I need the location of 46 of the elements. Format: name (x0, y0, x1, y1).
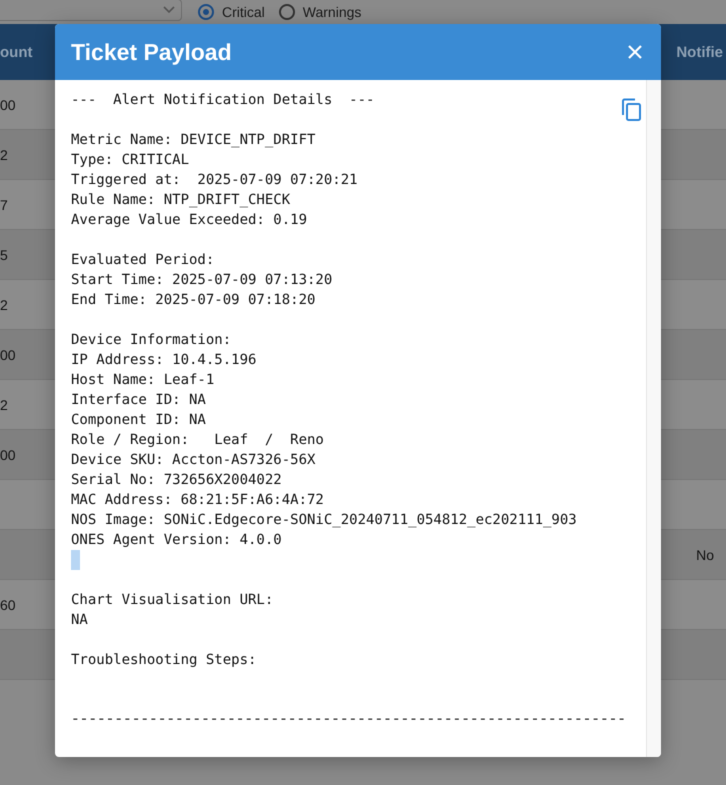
payload-line: Role / Region: Leaf / Reno (71, 431, 324, 450)
table-cell: 2 (0, 396, 8, 412)
scrollbar-track[interactable] (646, 80, 661, 757)
payload-line: Average Value Exceeded: 0.19 (71, 211, 308, 230)
payload-line: ONES Agent Version: 4.0.0 (71, 531, 282, 550)
radio-option[interactable]: Critical (198, 4, 265, 20)
table-cell: 2 (0, 296, 8, 312)
table-cell: 5 (0, 246, 8, 262)
table-cell: 00 (0, 346, 16, 362)
dialog-title: Ticket Payload (71, 38, 232, 66)
payload-line: Type: CRITICAL (71, 151, 190, 170)
payload-line: Device Information: (71, 331, 232, 350)
table-cell: 00 (0, 96, 16, 112)
payload-line: --- Alert Notification Details --- (71, 91, 374, 110)
payload-line: NOS Image: SONiC.Edgecore-SONiC_20240711_054812_ec202111_903 (71, 511, 577, 530)
payload-line: Host Name: Leaf-1 (71, 371, 214, 390)
column-header: Notifie (676, 44, 724, 60)
column-header: ount (0, 44, 32, 60)
table-cell: 60 (0, 596, 16, 612)
table-cell: 00 (0, 446, 16, 462)
close-icon (627, 44, 643, 60)
payload-line: ---------------------------------------------------------------- (71, 711, 626, 730)
payload-line: Chart Visualisation URL: (71, 591, 274, 610)
payload-line: Start Time: 2025-07-09 07:13:20 (71, 271, 332, 290)
radio-option[interactable]: Warnings (278, 4, 362, 20)
table-cell: 7 (0, 196, 8, 212)
payload-line: Component ID: NA (71, 411, 206, 430)
payload-line: Triggered at: 2025-07-09 07:20:21 (71, 171, 358, 190)
caret-icon (163, 6, 175, 14)
close-button[interactable] (627, 44, 643, 60)
payload-line: Device SKU: Accton-AS7326-56X (71, 451, 316, 470)
copy-icon[interactable] (621, 98, 643, 122)
payload-line: MAC Address: 68:21:5F:A6:4A:72 (71, 491, 324, 510)
table-cell-text: No (696, 546, 715, 562)
payload-line: Serial No: 732656X2004022 (71, 471, 282, 490)
payload-line: End Time: 2025-07-09 07:18:20 (71, 291, 316, 310)
payload-line: Evaluated Period: (71, 251, 214, 270)
text-selection (71, 550, 80, 570)
payload-line: Metric Name: DEVICE_NTP_DRIFT (71, 131, 316, 150)
payload-line: Rule Name: NTP_DRIFT_CHECK (71, 191, 290, 210)
payload-line: IP Address: 10.4.5.196 (71, 351, 256, 370)
payload-line: NA (71, 611, 88, 630)
payload-line: Troubleshooting Steps: (71, 651, 256, 670)
payload-line: Interface ID: NA (71, 391, 206, 410)
table-cell: 2 (0, 146, 8, 162)
dropdown-field[interactable] (0, 0, 182, 21)
